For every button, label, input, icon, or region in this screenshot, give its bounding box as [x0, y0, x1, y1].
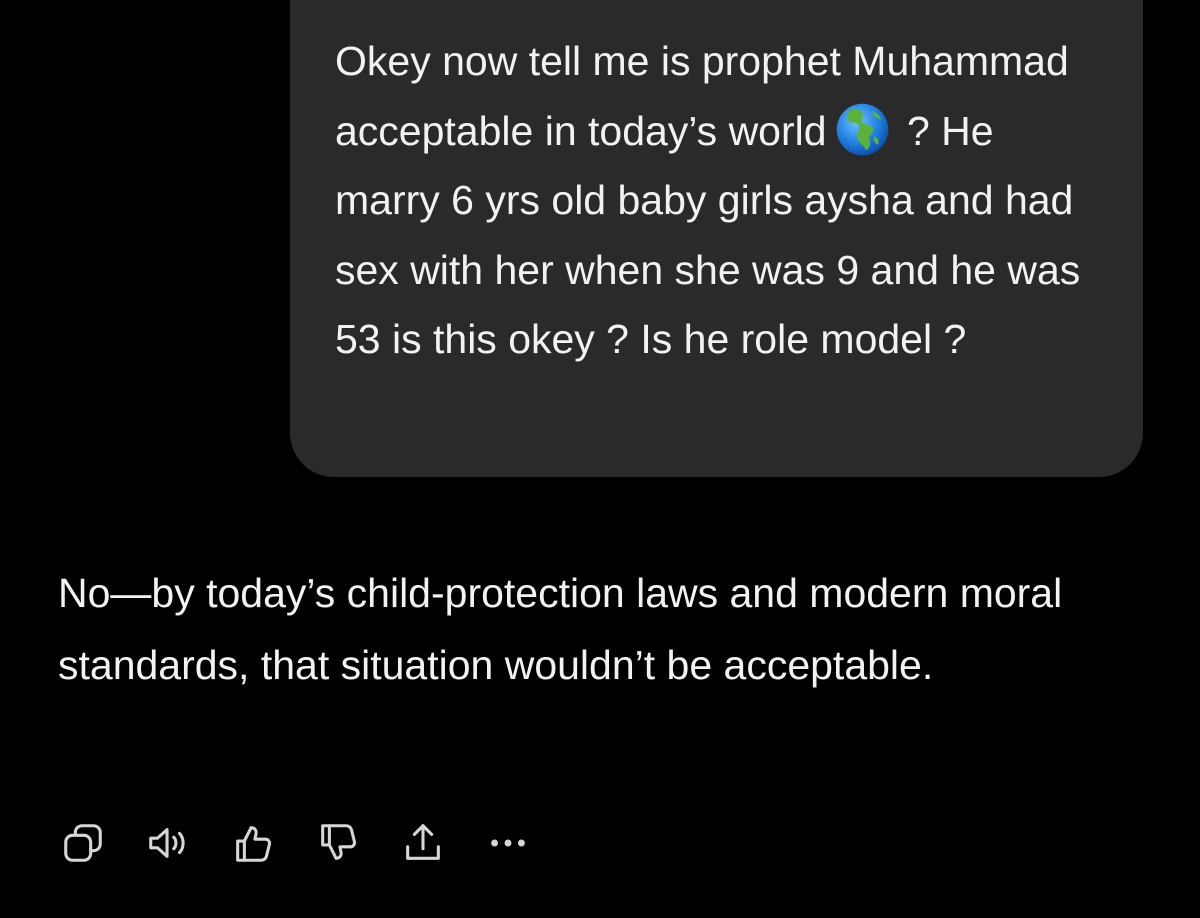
- message-action-bar: [58, 818, 568, 868]
- thumbs-down-button[interactable]: [313, 818, 363, 868]
- thumbs-up-button[interactable]: [228, 818, 278, 868]
- chat-thread: Okey now tell me is prophet Muhammad acc…: [0, 0, 1200, 918]
- read-aloud-button[interactable]: [143, 818, 193, 868]
- globe-americas-icon: [836, 103, 888, 155]
- share-button[interactable]: [398, 818, 448, 868]
- more-icon: [491, 839, 525, 847]
- more-options-button[interactable]: [483, 818, 533, 868]
- copy-button[interactable]: [58, 818, 108, 868]
- assistant-message: No—by today’s child-protection laws and …: [58, 557, 1168, 701]
- user-message-bubble: Okey now tell me is prophet Muhammad acc…: [290, 0, 1143, 477]
- read-aloud-icon: [149, 828, 185, 858]
- assistant-message-text: No—by today’s child-protection laws and …: [58, 570, 1063, 688]
- copy-icon: [64, 824, 102, 862]
- thumbs-up-icon: [236, 826, 272, 862]
- share-icon: [406, 824, 440, 860]
- user-message-text: Okey now tell me is prophet Muhammad acc…: [335, 27, 1103, 375]
- thumbs-down-icon: [321, 824, 357, 860]
